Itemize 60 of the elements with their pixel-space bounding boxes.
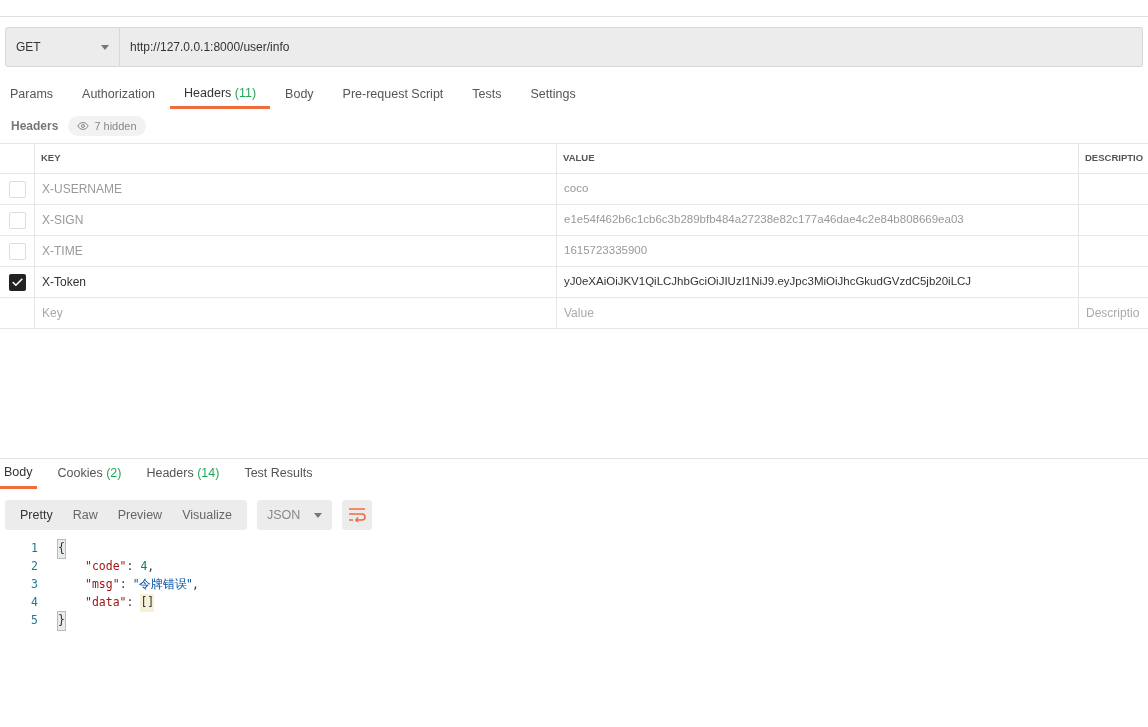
code-token: }: [57, 611, 66, 631]
eye-icon: [77, 120, 90, 132]
response-tab[interactable]: Body: [0, 458, 37, 489]
wrap-lines-icon: [348, 508, 367, 522]
response-tab[interactable]: Test Results: [240, 458, 317, 489]
code-token: "令牌错误": [133, 576, 193, 594]
view-mode-tab[interactable]: Pretty: [10, 500, 63, 530]
request-tab[interactable]: Body: [285, 80, 314, 109]
header-value: 1615723335900: [564, 243, 648, 259]
line-number: 1: [30, 540, 38, 558]
request-tab[interactable]: Pre-request Script: [342, 80, 444, 109]
request-tab[interactable]: Settings: [530, 80, 576, 109]
view-mode-tab[interactable]: Visualize: [172, 500, 242, 530]
request-tab[interactable]: Headers (11): [170, 80, 271, 109]
line-number: 2: [30, 558, 38, 576]
line-number: 4: [30, 594, 38, 612]
column-header: VALUE: [563, 151, 595, 166]
header-key: X-SIGN: [42, 211, 84, 229]
caret-icon: [314, 512, 323, 518]
code-token: :: [126, 594, 135, 612]
header-value: yJ0eXAiOiJKV1QiLCJhbGciOiJIUzI1NiJ9.eyJpc3MiOiJhcGkudGVzdC5jb20iLCJ: [564, 274, 972, 290]
row-checkbox[interactable]: [8, 242, 26, 260]
description-input[interactable]: Descriptio: [1079, 298, 1148, 328]
row-checkbox[interactable]: [8, 180, 26, 198]
request-tab[interactable]: Tests: [472, 80, 502, 109]
code-token: ,: [147, 558, 155, 576]
column-header: KEY: [41, 151, 61, 166]
code-token: "msg": [85, 576, 120, 594]
code-token: {: [57, 539, 66, 559]
code-token: "data": [85, 594, 127, 612]
key-input[interactable]: Key: [35, 298, 556, 328]
headers-label: Headers: [11, 118, 59, 135]
caret-icon: [101, 44, 109, 50]
view-mode-tab[interactable]: Preview: [107, 500, 173, 530]
code-token: ,: [192, 576, 199, 594]
url-field[interactable]: http://127.0.0.1:8000/user/info: [120, 27, 1143, 67]
header-key: X-TIME: [42, 242, 83, 260]
code-token: 4: [140, 558, 148, 576]
response-tab[interactable]: Cookies (2): [53, 458, 126, 489]
column-header: DESCRIPTIO: [1085, 151, 1144, 166]
header-value: e1e54f462b6c1cb6c3b289bfb484a27238e82c177a46dae4c2e84b808669ea03: [564, 212, 964, 228]
code-token: "code": [85, 558, 127, 576]
response-tab[interactable]: Headers (14): [142, 458, 224, 489]
header-key: X-Token: [42, 273, 87, 291]
header-value: coco: [564, 181, 589, 197]
code-token: []: [140, 594, 155, 612]
method-dropdown[interactable]: GET: [5, 27, 120, 67]
view-mode-tab[interactable]: Raw: [62, 500, 108, 530]
row-checkbox[interactable]: [8, 273, 26, 291]
wrap-button[interactable]: [342, 500, 373, 530]
row-checkbox[interactable]: [8, 211, 26, 229]
line-number: 5: [30, 612, 38, 630]
code-token: :: [119, 576, 128, 594]
line-number: 3: [30, 576, 38, 594]
check-icon: [10, 275, 24, 289]
code-token: :: [126, 558, 135, 576]
header-key: X-USERNAME: [42, 180, 122, 198]
value-input[interactable]: Value: [557, 298, 1078, 328]
request-tab[interactable]: Params: [10, 80, 54, 109]
request-tab[interactable]: Authorization: [82, 80, 156, 109]
